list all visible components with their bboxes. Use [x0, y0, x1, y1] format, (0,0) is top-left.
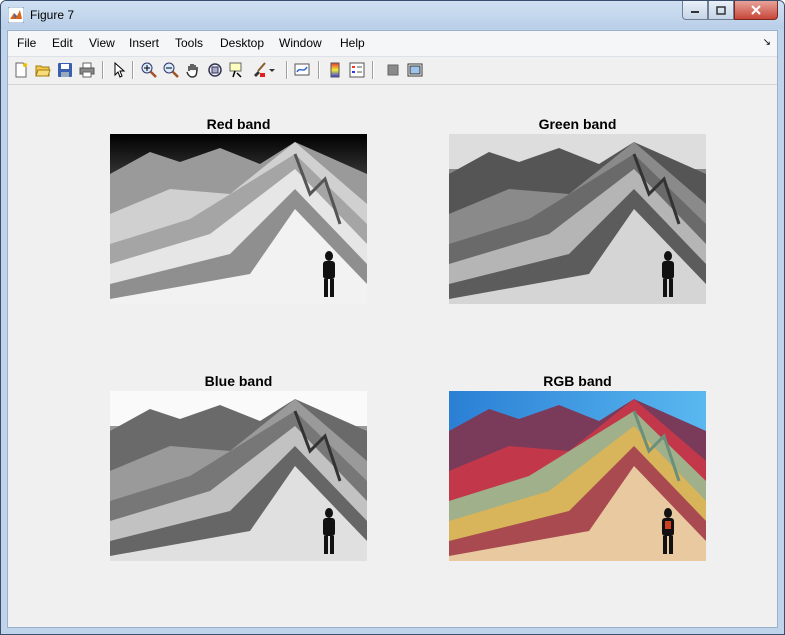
blue-band-image[interactable]	[110, 391, 367, 561]
panel-title-rgb: RGB band	[543, 373, 612, 389]
insert-colorbar-icon	[330, 62, 340, 78]
toolbar-separator	[132, 61, 134, 79]
menu-edit[interactable]: Edit	[52, 36, 73, 50]
toolbar-separator	[286, 61, 288, 79]
edit-plot-button[interactable]	[109, 60, 129, 80]
toolbar-separator	[372, 61, 374, 79]
rotate-3d-button[interactable]	[205, 60, 225, 80]
red-band-image[interactable]	[110, 134, 367, 304]
matlab-icon	[8, 7, 24, 23]
show-plot-tools-button[interactable]	[405, 60, 425, 80]
menu-desktop[interactable]: Desktop	[220, 36, 264, 50]
panel-title-blue: Blue band	[204, 373, 273, 389]
menu-view[interactable]: View	[89, 36, 115, 50]
menu-insert[interactable]: Insert	[129, 36, 159, 50]
toolbar-separator	[102, 61, 104, 79]
new-figure-icon	[15, 62, 27, 78]
pan-icon	[186, 64, 198, 78]
figure-window: Figure 7 File Edit View Insert Tools Des…	[0, 0, 785, 635]
figure-canvas: Red band Green band Blue band RGB band	[8, 86, 777, 627]
insert-colorbar-button[interactable]	[325, 60, 345, 80]
green-band-image[interactable]	[449, 134, 706, 304]
zoom-out-icon	[163, 62, 179, 78]
print-button[interactable]	[77, 60, 97, 80]
pan-button[interactable]	[183, 60, 203, 80]
show-plot-tools-icon	[407, 63, 423, 77]
rotate-3d-icon	[208, 63, 222, 77]
title-bar[interactable]: Figure 7	[1, 1, 784, 29]
menu-tools[interactable]: Tools	[175, 36, 203, 50]
hide-plot-tools-icon	[387, 64, 399, 76]
brush-button[interactable]	[249, 60, 269, 80]
menu-help[interactable]: Help	[340, 36, 365, 50]
dock-arrow-icon[interactable]: ↘	[763, 37, 771, 48]
insert-legend-icon	[349, 62, 365, 78]
data-cursor-icon	[229, 62, 242, 78]
menu-window[interactable]: Window	[279, 36, 322, 50]
edit-plot-icon	[114, 62, 126, 78]
link-plot-icon	[294, 63, 310, 76]
zoom-out-button[interactable]	[161, 60, 181, 80]
link-plot-button[interactable]	[293, 60, 313, 80]
insert-legend-button[interactable]	[347, 60, 367, 80]
minimize-button[interactable]	[682, 1, 708, 20]
panel-title-red: Red band	[206, 116, 271, 132]
menu-file[interactable]: File	[17, 36, 36, 50]
maximize-button[interactable]	[708, 1, 734, 20]
open-file-icon	[35, 65, 51, 77]
close-icon	[751, 5, 761, 15]
close-button[interactable]	[734, 1, 778, 20]
save-icon	[58, 63, 72, 77]
zoom-in-icon	[141, 62, 157, 78]
brush-dropdown-icon	[269, 69, 275, 72]
save-button[interactable]	[55, 60, 75, 80]
open-file-button[interactable]	[33, 60, 53, 80]
toolbar-separator	[318, 61, 320, 79]
window-title: Figure 7	[30, 8, 75, 22]
data-cursor-button[interactable]	[227, 60, 247, 80]
print-icon	[79, 62, 95, 78]
panel-title-green: Green band	[538, 116, 617, 132]
toolbar	[8, 57, 777, 85]
hide-plot-tools-button[interactable]	[383, 60, 403, 80]
client-area: File Edit View Insert Tools Desktop Wind…	[7, 30, 778, 628]
rgb-band-image[interactable]	[449, 391, 706, 561]
brush-dropdown-button[interactable]	[267, 60, 277, 80]
new-figure-button[interactable]	[11, 60, 31, 80]
maximize-icon	[716, 5, 726, 15]
menu-bar: File Edit View Insert Tools Desktop Wind…	[8, 31, 777, 57]
zoom-in-button[interactable]	[139, 60, 159, 80]
brush-icon	[254, 62, 266, 77]
minimize-icon	[691, 11, 699, 13]
